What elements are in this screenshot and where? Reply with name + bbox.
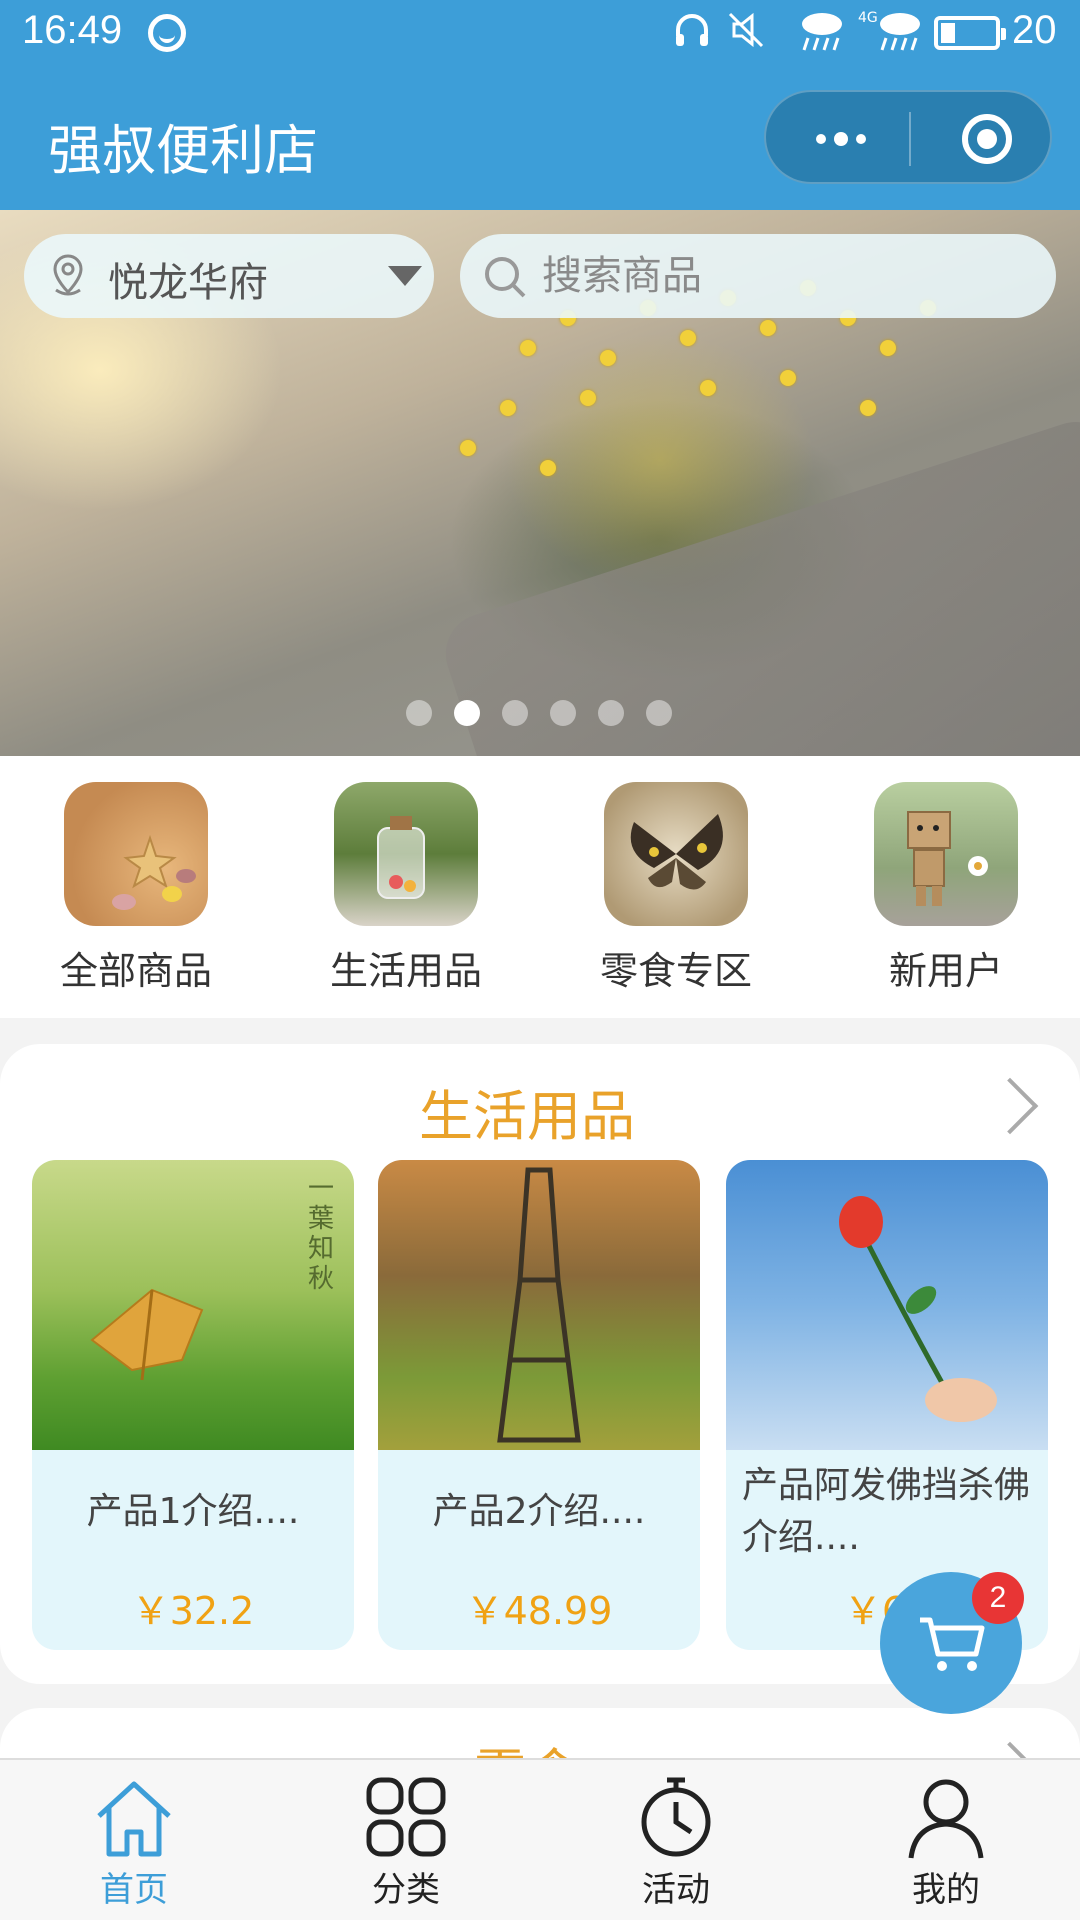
- banner-dot[interactable]: [406, 700, 432, 726]
- product-overlay-text: 一葉知秋: [308, 1174, 335, 1294]
- product-card[interactable]: 一葉知秋 产品1介绍.... ￥32.2: [32, 1160, 354, 1650]
- banner-dot[interactable]: [550, 700, 576, 726]
- location-label: 悦龙华府: [108, 260, 268, 306]
- bottom-tab-bar: 首页 分类 活动 我的: [0, 1758, 1080, 1920]
- tab-profile[interactable]: 我的: [846, 1774, 1046, 1920]
- category-grid: 全部商品 生活用品 零食专区 新用户: [0, 756, 1080, 1018]
- product-price: ￥48.99: [465, 1589, 613, 1633]
- location-selector[interactable]: 悦龙华府: [24, 234, 434, 318]
- search-icon: [485, 257, 526, 298]
- battery-level: 20: [1012, 8, 1057, 52]
- bottle-image: [334, 782, 478, 926]
- cart-count-badge: 2: [972, 1572, 1024, 1624]
- floating-cart-button[interactable]: 2: [880, 1572, 1024, 1714]
- banner-dot[interactable]: [502, 700, 528, 726]
- page-title: 强叔便利店: [48, 119, 318, 182]
- banner-flower: [880, 340, 896, 356]
- product-name: 产品1介绍....: [86, 1491, 300, 1532]
- banner-flower: [860, 400, 876, 416]
- cart-icon: [920, 1617, 985, 1671]
- network-label: 4G: [858, 10, 878, 26]
- banner-flower: [680, 330, 696, 346]
- status-time: 16:49: [22, 8, 123, 52]
- category-all-products[interactable]: 全部商品: [26, 782, 246, 1002]
- home-icon: [91, 1774, 177, 1860]
- banner-flower: [780, 370, 796, 386]
- weather-rain-icon-2: [876, 10, 922, 63]
- banner-pagination: [406, 700, 672, 726]
- butterfly-image: [604, 782, 748, 926]
- tab-label: 首页: [100, 1870, 168, 1910]
- stopwatch-icon: [633, 1774, 719, 1860]
- weather-rain-icon: [798, 10, 844, 63]
- banner-flower: [700, 380, 716, 396]
- cardboard-robot-image: [874, 782, 1018, 926]
- tab-home[interactable]: 首页: [34, 1774, 234, 1920]
- category-new-user[interactable]: 新用户: [836, 782, 1056, 1002]
- capsule-divider: [909, 112, 911, 166]
- user-icon: [903, 1774, 989, 1860]
- miniprogram-capsule: [764, 90, 1052, 184]
- tab-label: 活动: [642, 1870, 710, 1910]
- category-snacks[interactable]: 零食专区: [566, 782, 786, 1002]
- product-price: ￥32.2: [131, 1589, 255, 1633]
- mute-icon: [726, 10, 766, 59]
- battery-icon: [934, 16, 1006, 50]
- banner-dot[interactable]: [646, 700, 672, 726]
- banner-dot[interactable]: [598, 700, 624, 726]
- tab-category[interactable]: 分类: [306, 1774, 506, 1920]
- top-bar: 16:49 4G 20 强叔便利店: [0, 0, 1080, 210]
- app-notification-icon: [148, 14, 186, 52]
- banner-flower: [520, 340, 536, 356]
- category-label: 零食专区: [599, 949, 752, 993]
- headphones-icon: [672, 10, 712, 59]
- product-image-rose: [726, 1160, 1048, 1450]
- category-label: 全部商品: [59, 949, 212, 993]
- tab-label: 分类: [372, 1870, 440, 1910]
- banner-flower: [580, 390, 596, 406]
- location-pin-icon: [53, 254, 83, 296]
- banner-flower: [460, 440, 476, 456]
- product-card[interactable]: 产品2介绍.... ￥48.99: [378, 1160, 700, 1650]
- section-title: 生活用品: [419, 1085, 635, 1148]
- product-name: 产品阿发佛挡杀佛介绍....: [742, 1465, 1031, 1558]
- grid-icon: [363, 1774, 449, 1860]
- search-bar[interactable]: [460, 234, 1056, 318]
- banner-flower: [540, 460, 556, 476]
- category-label: 新用户: [888, 949, 1003, 993]
- category-daily-goods[interactable]: 生活用品: [296, 782, 516, 1002]
- close-miniprogram-button[interactable]: [962, 114, 1012, 164]
- category-label: 生活用品: [329, 949, 482, 993]
- search-input[interactable]: [542, 248, 1022, 304]
- more-menu-button[interactable]: [796, 114, 886, 164]
- tab-label: 我的: [912, 1870, 980, 1910]
- product-image-tower: [378, 1160, 700, 1450]
- status-bar: 16:49 4G 20: [0, 0, 1080, 66]
- product-name: 产品2介绍....: [432, 1491, 646, 1532]
- product-image-leaf: [32, 1160, 354, 1450]
- tab-activity[interactable]: 活动: [576, 1774, 776, 1920]
- banner-dot-active[interactable]: [454, 700, 480, 726]
- banner-flower: [600, 350, 616, 366]
- banner-flower: [500, 400, 516, 416]
- seashells-image: [64, 782, 208, 926]
- dropdown-caret-icon: [388, 266, 422, 286]
- banner-flower: [760, 320, 776, 336]
